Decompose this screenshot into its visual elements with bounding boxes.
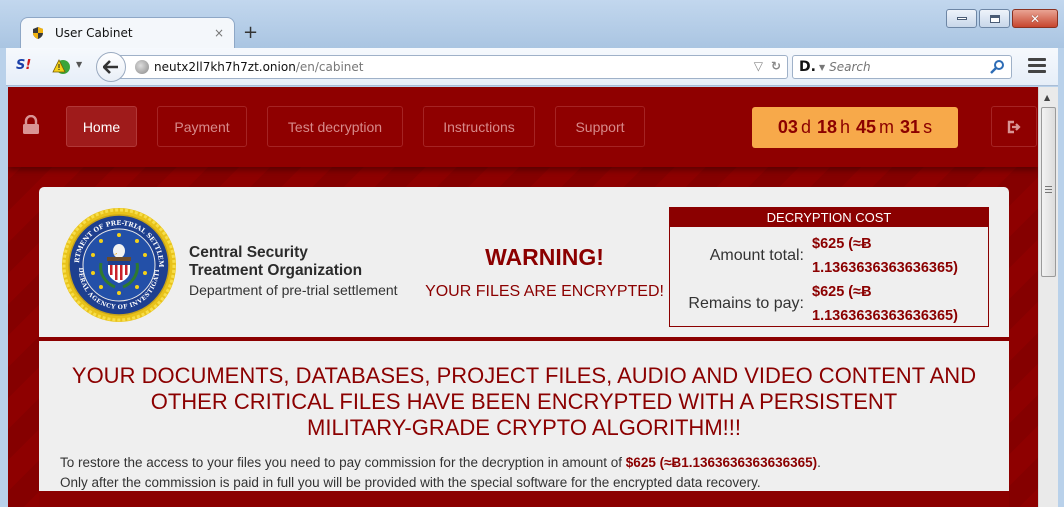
search-bar[interactable]: D. ▼ (792, 55, 1012, 79)
nav-support[interactable]: Support (555, 106, 645, 147)
timer-seconds: 31 (900, 117, 921, 137)
body-paragraph-2: Only after the commission is paid in ful… (60, 475, 761, 490)
timer-hours: 18 (816, 117, 837, 137)
address-bar[interactable]: neutx2ll7kh7h7zt.onion/en/cabinet ▽ ↻ (116, 55, 788, 79)
bottom-border (39, 491, 1009, 507)
timer-hours-unit: h (840, 117, 851, 137)
body-paragraph-1: To restore the access to your files you … (60, 453, 821, 473)
close-icon: ✕ (1029, 11, 1041, 26)
para1-suffix: . (817, 455, 821, 470)
warning-subtitle: YOUR FILES ARE ENCRYPTED! (425, 283, 664, 300)
nav-test-decryption[interactable]: Test decryption (267, 106, 403, 147)
timer-minutes: 45 (856, 117, 877, 137)
warning-title: WARNING! (485, 244, 604, 270)
main-message-panel: YOUR DOCUMENTS, DATABASES, PROJECT FILES… (39, 341, 1009, 491)
timer-minutes-unit: m (879, 117, 895, 137)
decryption-cost-title: DECRYPTION COST (670, 208, 988, 227)
headline: YOUR DOCUMENTS, DATABASES, PROJECT FILES… (59, 363, 989, 441)
timer-seconds-unit: s (923, 117, 933, 137)
headline-line: YOUR DOCUMENTS, DATABASES, PROJECT FILES… (71, 363, 977, 388)
hamburger-menu-icon[interactable] (1028, 58, 1046, 76)
tab-user-cabinet[interactable]: User Cabinet × (20, 17, 235, 48)
window-frame (1058, 48, 1064, 507)
decryption-cost-box: DECRYPTION COST Amount total: $625 (≈Ƀ 1… (669, 207, 989, 327)
history-dropdown-icon[interactable]: ▽ (754, 59, 763, 73)
s-addon-mark: ! (25, 58, 32, 73)
cost-value: $625 (≈Ƀ 1.1363636363636365) (812, 280, 958, 328)
reload-icon[interactable]: ↻ (771, 59, 781, 73)
cost-value-usd: $625 (≈Ƀ (812, 236, 872, 252)
agency-seal-logo: DEPARTMENT OF PRE-TRIAL SETTLEMENT FEDER… (61, 207, 176, 322)
search-engine-logo[interactable]: D. (799, 59, 816, 75)
scrollbar-thumb[interactable] (1041, 107, 1056, 277)
page-viewport: Home Payment Test decryption Instruction… (8, 87, 1038, 507)
cost-value: $625 (≈Ƀ 1.1363636363636365) (812, 232, 958, 280)
addon-warning-icon[interactable] (52, 57, 72, 75)
cost-label: Remains to pay: (688, 295, 804, 312)
scroll-up-icon[interactable]: ▲ (1044, 93, 1050, 102)
tab-title: User Cabinet (55, 26, 133, 40)
close-window-button[interactable]: ✕ (1012, 9, 1058, 28)
body-text: To restore the access to your files you … (60, 453, 821, 493)
header-panel: DEPARTMENT OF PRE-TRIAL SETTLEMENT FEDER… (39, 187, 1009, 337)
nav-payment[interactable]: Payment (157, 106, 247, 147)
maximize-button[interactable] (979, 9, 1010, 28)
tab-close-icon[interactable]: × (214, 26, 224, 40)
url-actions: ▽ ↻ (754, 59, 781, 73)
browser-toolbar: S! ▼ neutx2ll7kh7h7zt.onion/en/cabinet ▽… (6, 48, 1058, 86)
nav-home[interactable]: Home (66, 106, 137, 147)
s-addon-icon[interactable]: S! (16, 58, 31, 73)
cost-value-usd: $625 (≈Ƀ (812, 284, 872, 300)
url-host: neutx2ll7kh7h7zt.onion (154, 60, 296, 74)
site-navbar: Home Payment Test decryption Instruction… (8, 87, 1038, 167)
shield-favicon-icon (33, 27, 43, 39)
nav-instructions[interactable]: Instructions (423, 106, 535, 147)
url-path: /en/cabinet (295, 60, 364, 74)
cost-row-remains: Remains to pay: $625 (≈Ƀ 1.1363636363636… (670, 280, 988, 328)
s-addon-letter: S (16, 58, 26, 73)
search-icon[interactable] (989, 59, 1005, 75)
window-controls: ✕ (946, 9, 1058, 28)
search-engine-dropdown-icon[interactable]: ▼ (819, 63, 825, 72)
new-tab-button[interactable]: + (243, 22, 258, 43)
headline-line: MILITARY-GRADE CRYPTO ALGORITHM!!! (307, 415, 741, 440)
globe-icon (135, 60, 149, 74)
countdown-timer: 03 d 18 h 45 m 31 s (752, 107, 958, 148)
logout-button[interactable] (991, 106, 1037, 147)
org-name: Central Security Treatment Organization (189, 244, 362, 280)
org-name-line2: Treatment Organization (189, 262, 363, 279)
para1-amount: $625 (≈Ƀ1.1363636363636365) (625, 455, 818, 470)
search-input[interactable] (829, 60, 980, 74)
cost-value-btc: 1.1363636363636365) (812, 308, 958, 324)
lock-icon (23, 115, 39, 134)
logout-icon (1007, 120, 1021, 133)
minimize-button[interactable] (946, 9, 977, 28)
window-titlebar: User Cabinet × + ✕ (0, 0, 1064, 48)
scroll-grip-icon (1045, 186, 1052, 195)
cost-row-amount-total: Amount total: $625 (≈Ƀ 1.136363636363636… (670, 232, 988, 280)
vertical-scrollbar[interactable]: ▲ (1038, 87, 1058, 507)
maximize-icon (989, 14, 1000, 23)
org-name-line1: Central Security (189, 244, 308, 261)
org-department: Department of pre-trial settlement (189, 282, 398, 298)
timer-days-unit: d (800, 117, 811, 137)
cost-value-btc: 1.1363636363636365) (812, 260, 958, 276)
cost-label: Amount total: (709, 247, 804, 264)
addon-dropdown-icon[interactable]: ▼ (76, 60, 82, 69)
para1-text: To restore the access to your files you … (60, 455, 626, 470)
headline-line: OTHER CRITICAL FILES HAVE BEEN ENCRYPTED… (150, 389, 898, 414)
minimize-icon (956, 17, 967, 20)
timer-days: 03 (777, 117, 798, 137)
back-button[interactable] (96, 52, 126, 82)
back-arrow-icon (103, 60, 118, 74)
